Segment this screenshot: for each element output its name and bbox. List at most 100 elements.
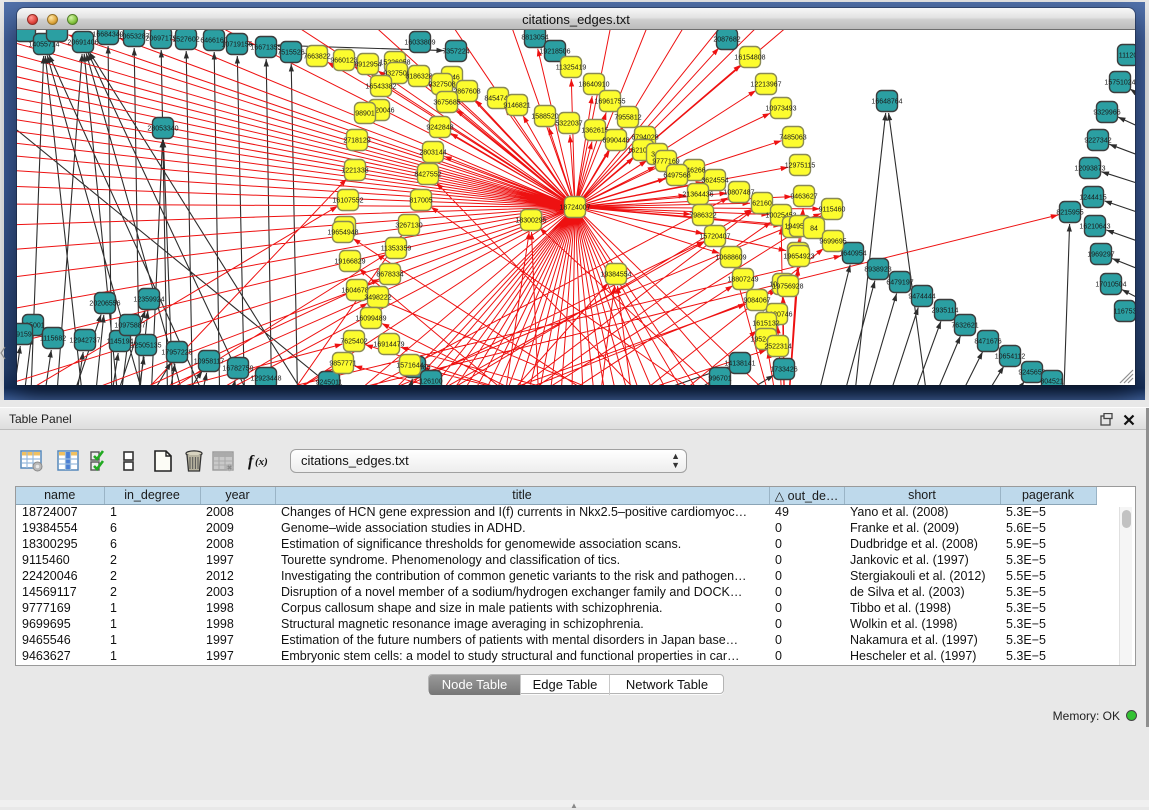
svg-text:6497568: 6497568 <box>663 173 690 180</box>
svg-text:7485063: 7485063 <box>779 135 806 142</box>
svg-text:1221338: 1221338 <box>341 168 368 175</box>
svg-text:19756928: 19756928 <box>772 284 803 291</box>
svg-text:18300295: 18300295 <box>515 218 546 225</box>
svg-text:8912954: 8912954 <box>354 62 381 69</box>
svg-text:9245011: 9245011 <box>316 380 343 386</box>
svg-text:1615132: 1615132 <box>752 321 779 328</box>
svg-text:98901: 98901 <box>355 111 375 118</box>
svg-text:8186328: 8186328 <box>405 74 432 81</box>
svg-text:18724007: 18724007 <box>559 205 590 212</box>
svg-text:9857771: 9857771 <box>329 361 356 368</box>
svg-text:9084067: 9084067 <box>743 298 770 305</box>
svg-text:10973493: 10973493 <box>765 106 796 113</box>
svg-text:16107552: 16107552 <box>332 198 363 205</box>
svg-text:2803144: 2803144 <box>419 150 446 157</box>
svg-text:817005: 817005 <box>409 198 432 205</box>
svg-text:804521: 804521 <box>1040 379 1063 386</box>
svg-text:1362615: 1362615 <box>581 128 608 135</box>
svg-text:10807487: 10807487 <box>723 190 754 197</box>
svg-text:8215955: 8215955 <box>1056 210 1083 217</box>
svg-text:19166829: 19166829 <box>334 259 365 266</box>
svg-text:16543382: 16543382 <box>365 84 396 91</box>
svg-text:84: 84 <box>810 226 818 233</box>
svg-text:7663822: 7663822 <box>303 54 330 61</box>
svg-text:2718129: 2718129 <box>343 138 370 145</box>
svg-text:16914479: 16914479 <box>373 342 404 349</box>
svg-text:1571644: 1571644 <box>396 363 423 370</box>
svg-text:10975887: 10975887 <box>114 323 145 330</box>
svg-text:12975115: 12975115 <box>785 163 816 170</box>
svg-text:20691406: 20691406 <box>67 40 98 47</box>
svg-text:5322037: 5322037 <box>555 121 582 128</box>
svg-text:11325419: 11325419 <box>556 65 587 72</box>
svg-text:7955812: 7955812 <box>614 115 641 122</box>
svg-text:10654112: 10654112 <box>995 354 1026 361</box>
svg-text:116753: 116753 <box>1114 309 1135 316</box>
svg-text:996701: 996701 <box>708 376 731 383</box>
svg-text:62160: 62160 <box>752 201 772 208</box>
svg-text:16648764: 16648764 <box>871 99 902 106</box>
svg-text:12093873: 12093873 <box>1074 166 1105 173</box>
svg-text:9115460: 9115460 <box>819 207 846 214</box>
svg-text:9463627: 9463627 <box>790 194 817 201</box>
svg-text:6990448: 6990448 <box>602 138 629 145</box>
svg-text:(x): (x) <box>255 456 268 468</box>
svg-text:11353359: 11353359 <box>381 246 412 253</box>
svg-text:8813054: 8813054 <box>521 35 548 42</box>
svg-text:8471676: 8471676 <box>974 339 1001 346</box>
svg-text:18640910: 18640910 <box>578 82 609 89</box>
svg-text:21364436: 21364436 <box>682 192 713 199</box>
svg-text:7986322: 7986322 <box>689 213 716 220</box>
svg-text:7632621: 7632621 <box>951 323 978 330</box>
svg-text:1640954: 1640954 <box>839 251 866 258</box>
svg-text:126100: 126100 <box>419 379 442 386</box>
svg-text:10958117: 10958117 <box>194 359 225 366</box>
svg-text:7357224: 7357224 <box>442 49 469 56</box>
svg-text:f: f <box>248 453 255 470</box>
svg-text:14055714: 14055714 <box>28 42 59 49</box>
svg-text:28053340: 28053340 <box>147 126 178 133</box>
svg-text:2935114: 2935114 <box>932 308 959 315</box>
svg-text:12942737: 12942737 <box>69 338 100 345</box>
svg-text:15751024: 15751024 <box>1104 80 1135 87</box>
svg-text:16033809: 16033809 <box>404 40 435 47</box>
svg-text:14138141: 14138141 <box>724 361 755 368</box>
svg-text:1527602: 1527602 <box>172 37 199 44</box>
svg-text:9146821: 9146821 <box>503 103 530 110</box>
svg-text:9227342: 9227342 <box>1084 138 1111 145</box>
svg-text:10719155: 10719155 <box>221 42 252 49</box>
svg-text:1733426: 1733426 <box>770 367 797 374</box>
svg-text:1115682: 1115682 <box>40 336 66 343</box>
svg-text:3498222: 3498222 <box>364 295 391 302</box>
svg-text:19654923: 19654923 <box>783 254 814 261</box>
svg-text:39159: 39159 <box>17 332 32 339</box>
svg-text:16210643: 16210643 <box>1079 224 1110 231</box>
svg-text:9699695: 9699695 <box>819 239 846 246</box>
svg-text:9474444: 9474444 <box>908 294 935 301</box>
svg-text:19654948: 19654948 <box>327 230 358 237</box>
svg-text:3675685: 3675685 <box>433 100 460 107</box>
svg-text:2522314: 2522314 <box>764 344 791 351</box>
svg-text:16099489: 16099489 <box>355 316 386 323</box>
svg-text:9329966: 9329966 <box>1093 110 1120 117</box>
svg-text:12505135: 12505135 <box>130 343 161 350</box>
svg-text:12359924: 12359924 <box>133 297 164 304</box>
svg-text:12923448: 12923448 <box>250 376 281 383</box>
svg-text:1969297: 1969297 <box>1087 252 1114 259</box>
svg-text:12213967: 12213967 <box>750 82 781 89</box>
svg-text:1244415: 1244415 <box>1079 195 1106 202</box>
svg-text:3267130: 3267130 <box>395 223 422 230</box>
svg-text:7515526: 7515526 <box>277 50 304 57</box>
svg-text:9327508: 9327508 <box>428 82 455 89</box>
svg-text:1588520: 1588520 <box>531 114 558 121</box>
svg-text:19384554: 19384554 <box>600 272 631 279</box>
svg-text:11120: 11120 <box>1119 53 1135 60</box>
svg-text:6479197: 6479197 <box>886 280 913 287</box>
svg-text:19218506: 19218506 <box>539 49 570 56</box>
svg-text:15720407: 15720407 <box>699 234 730 241</box>
svg-text:18807249: 18807249 <box>727 277 758 284</box>
svg-text:9242848: 9242848 <box>426 125 453 132</box>
svg-text:7625402: 7625402 <box>340 339 367 346</box>
svg-text:20206556: 20206556 <box>89 301 120 308</box>
svg-text:17010504: 17010504 <box>1095 282 1126 289</box>
